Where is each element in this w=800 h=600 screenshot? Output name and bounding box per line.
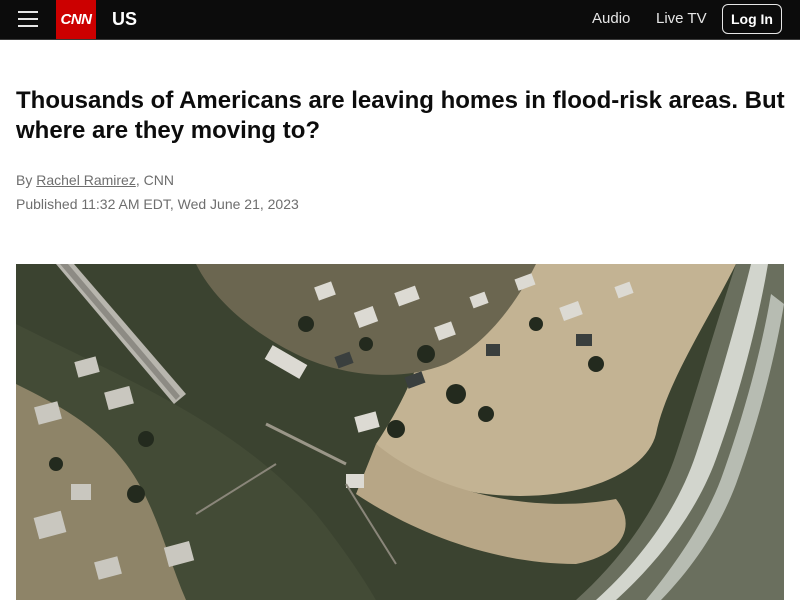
byline: By Rachel Ramirez, CNN xyxy=(16,172,174,188)
cnn-logo[interactable]: CNN xyxy=(56,0,96,39)
top-navigation-bar: CNN US Audio Live TV Log In xyxy=(0,0,800,40)
published-timestamp: Published 11:32 AM EDT, Wed June 21, 202… xyxy=(16,196,299,212)
nav-live-tv-link[interactable]: Live TV xyxy=(656,10,707,27)
section-title[interactable]: US xyxy=(112,9,137,30)
logo-text: CNN xyxy=(60,11,93,28)
login-button[interactable]: Log In xyxy=(722,4,782,34)
byline-suffix: , CNN xyxy=(135,172,174,188)
hero-image[interactable] xyxy=(16,264,784,600)
aerial-flood-photo xyxy=(16,264,784,600)
article-headline: Thousands of Americans are leaving homes… xyxy=(16,87,785,144)
author-link[interactable]: Rachel Ramirez xyxy=(36,172,136,188)
nav-audio-link[interactable]: Audio xyxy=(592,10,630,27)
menu-icon[interactable] xyxy=(18,10,38,28)
byline-prefix: By xyxy=(16,172,37,188)
